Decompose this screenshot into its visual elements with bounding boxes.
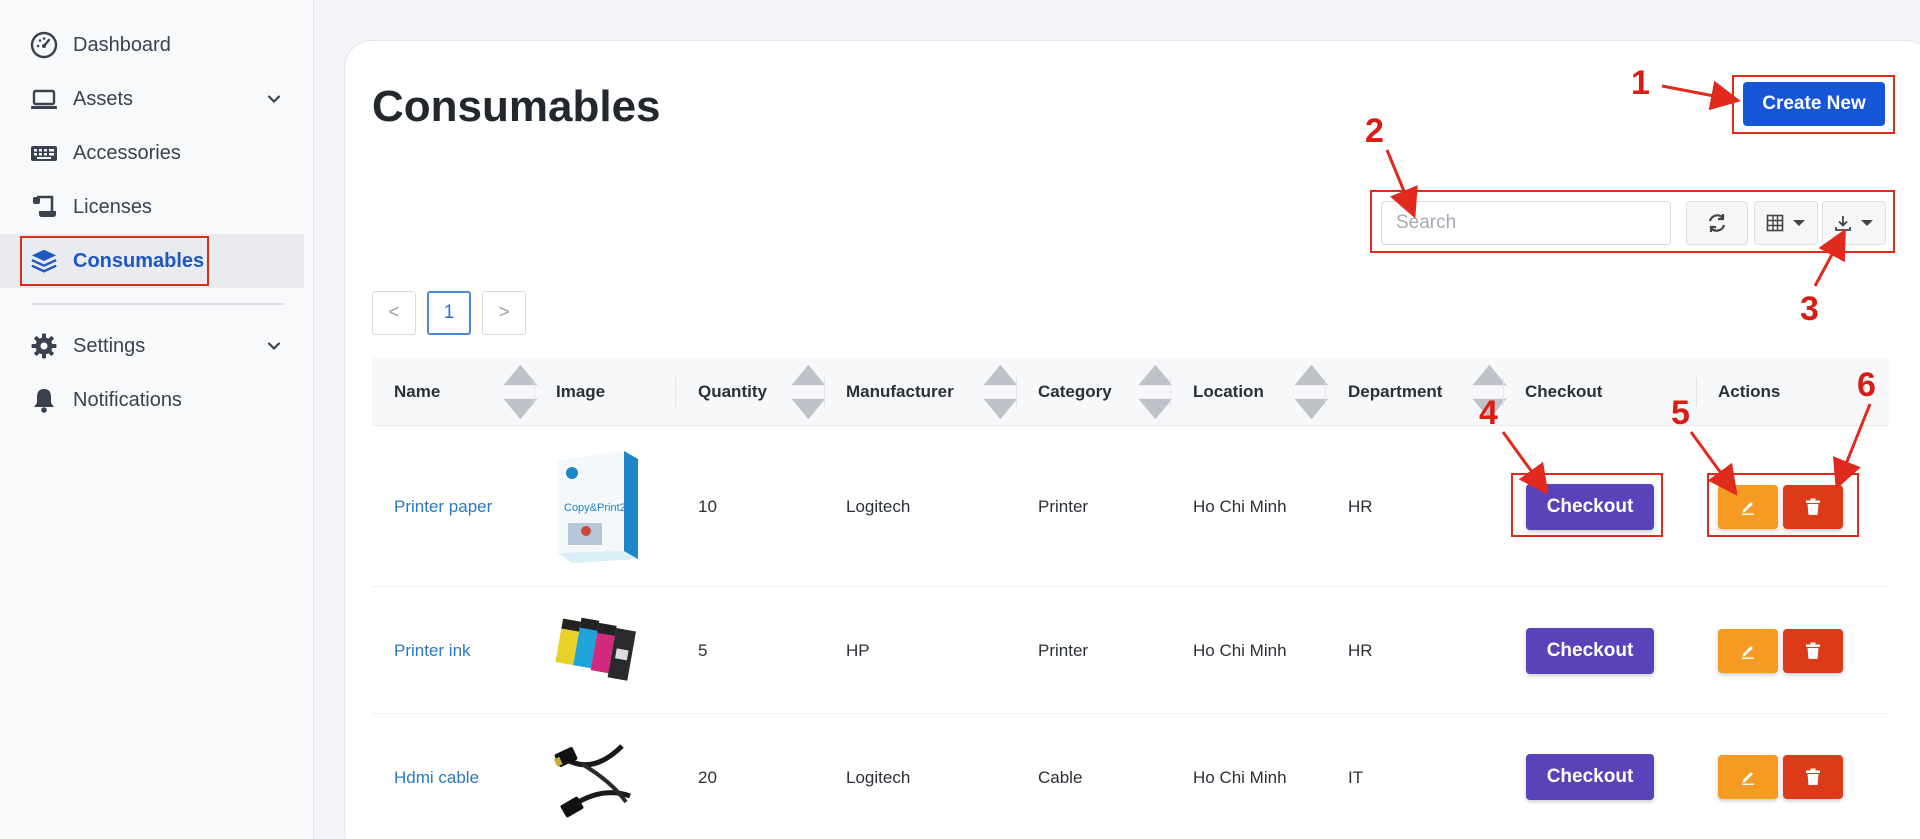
trash-icon [1806,768,1820,785]
pencil-icon [1742,646,1754,659]
consumable-name-link[interactable]: Hdmi cable [394,714,479,839]
delete-button[interactable] [1783,755,1843,799]
annotation-number: 5 [1671,394,1690,432]
hdmi-cable-image [553,744,631,818]
annotation-number: 1 [1631,64,1650,102]
sort-icon[interactable] [788,358,829,426]
column-header-department[interactable]: Department [1348,358,1442,426]
bell-icon [30,386,58,414]
department-cell: IT [1348,767,1364,787]
table-header: Name Image Quantity Manufacturer Categor… [372,358,1889,426]
sidebar-item-notifications[interactable]: Notifications [0,373,304,427]
sort-icon[interactable] [980,358,1021,426]
category-cell: Cable [1038,767,1083,787]
svg-text:Copy&Print20: Copy&Print20 [564,502,632,514]
scroll-icon [30,193,58,221]
column-header-checkout: Checkout [1525,382,1603,401]
table-row: Printer paper Copy&Print20 10 Logitech P… [372,427,1889,587]
pagination-page-1[interactable]: 1 [427,291,471,335]
columns-toggle-button[interactable] [1754,201,1818,245]
column-header-actions: Actions [1718,382,1781,401]
department-cell: HR [1348,640,1373,660]
column-header-manufacturer[interactable]: Manufacturer [846,358,954,426]
quantity-cell: 20 [698,767,717,787]
sidebar-item-label: Notifications [73,388,182,411]
table-row: Printer ink 5 HP Printer Ho Chi Minh HR … [372,587,1889,714]
checkout-button[interactable]: Checkout [1526,754,1654,800]
delete-button[interactable] [1783,485,1843,529]
checkout-button[interactable]: Checkout [1526,484,1654,530]
pencil-icon [1742,772,1754,785]
manufacturer-cell: Logitech [846,767,911,787]
category-cell: Printer [1038,497,1089,516]
chevron-down-icon[interactable] [266,91,282,107]
location-cell: Ho Chi Minh [1193,640,1287,660]
paper-ream-image: Copy&Print20 [558,451,638,563]
caret-down-icon [1793,220,1805,226]
sidebar-item-consumables[interactable]: Consumables [0,234,304,288]
sidebar-item-label: Accessories [73,141,181,164]
pagination-prev[interactable]: < [372,291,416,335]
manufacturer-cell: Logitech [846,497,911,516]
edit-button[interactable] [1718,629,1778,673]
sidebar-item-label: Dashboard [73,33,171,56]
download-icon [1835,216,1851,231]
table-row: Hdmi cable 20 Logitech Cable Ho Chi Minh… [372,714,1889,839]
caret-down-icon [1861,220,1873,226]
keyboard-icon [30,139,58,167]
sidebar: Dashboard Assets Accessories Licenses Co… [0,0,314,839]
annotation-number: 6 [1857,366,1876,404]
consumable-name-link[interactable]: Printer paper [394,427,492,587]
refresh-icon [1708,214,1726,232]
chevron-down-icon[interactable] [266,338,282,354]
quantity-cell: 5 [698,640,708,660]
column-header-quantity[interactable]: Quantity [698,358,767,426]
consumable-name-link[interactable]: Printer ink [394,587,471,714]
gauge-icon [30,31,58,59]
export-button[interactable] [1822,201,1886,245]
sidebar-item-accessories[interactable]: Accessories [0,126,304,180]
trash-icon [1806,642,1820,659]
layers-icon [30,247,58,275]
edit-button[interactable] [1718,485,1778,529]
page-title: Consumables [372,82,661,131]
ink-cartridges-image [555,617,636,681]
sidebar-item-licenses[interactable]: Licenses [0,180,304,234]
location-cell: Ho Chi Minh [1193,767,1287,787]
pagination-next[interactable]: > [482,291,526,335]
search-input[interactable] [1381,201,1671,245]
checkout-button[interactable]: Checkout [1526,628,1654,674]
refresh-button[interactable] [1686,201,1748,245]
annotation-number: 3 [1800,290,1819,328]
pencil-icon [1742,502,1754,515]
manufacturer-cell: HP [846,640,870,660]
sidebar-item-label: Licenses [73,195,152,218]
sidebar-item-label: Consumables [73,249,205,272]
column-header-name[interactable]: Name [394,358,440,426]
annotation-number: 4 [1479,394,1498,432]
annotation-number: 2 [1365,112,1384,150]
sidebar-item-label: Assets [73,87,134,110]
delete-button[interactable] [1783,629,1843,673]
gear-icon [30,332,58,360]
column-header-category[interactable]: Category [1038,358,1112,426]
sidebar-item-assets[interactable]: Assets [0,72,304,126]
location-cell: Ho Chi Minh [1193,497,1287,516]
create-new-button[interactable]: Create New [1743,82,1885,126]
sidebar-item-settings[interactable]: Settings [0,319,304,373]
edit-button[interactable] [1718,755,1778,799]
trash-icon [1806,498,1820,515]
sidebar-divider [32,303,284,305]
laptop-icon [30,85,58,113]
columns-icon [1766,214,1784,232]
quantity-cell: 10 [698,497,717,516]
department-cell: HR [1348,497,1373,516]
sidebar-item-dashboard[interactable]: Dashboard [0,18,304,72]
sidebar-item-label: Settings [73,334,146,357]
column-header-image: Image [556,382,606,401]
column-header-location[interactable]: Location [1193,358,1264,426]
category-cell: Printer [1038,640,1089,660]
